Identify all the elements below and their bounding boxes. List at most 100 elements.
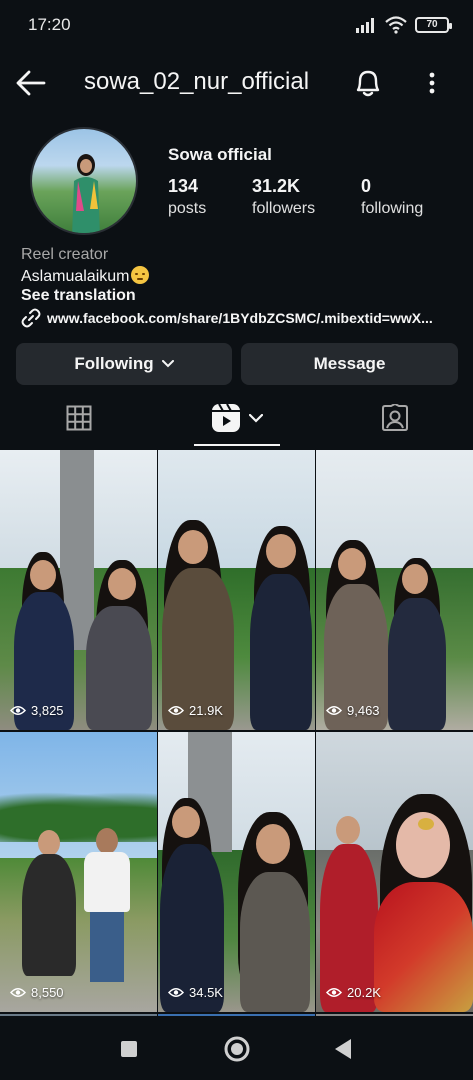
profile-header: sowa_02_nur_official <box>0 56 473 110</box>
reel-views-count: 9,463 <box>347 703 380 718</box>
battery-icon: 70 <box>415 17 452 33</box>
bio-category: Reel creator <box>21 246 109 263</box>
followers-stat[interactable]: 31.2K followers <box>252 176 315 218</box>
reel-views: 21.9K <box>168 703 223 718</box>
message-button-label: Message <box>313 354 386 373</box>
reel-tile[interactable]: 21.9K <box>158 450 315 730</box>
profile-tabs <box>0 392 473 448</box>
reel-tile[interactable]: 20.2K <box>316 732 473 1012</box>
reel-tile[interactable]: 9,463 <box>316 450 473 730</box>
reel-person-face <box>402 564 428 594</box>
status-time: 17:20 <box>28 15 71 34</box>
avatar-photo <box>72 154 100 233</box>
square-icon <box>121 1041 137 1057</box>
reel-views-count: 34.5K <box>189 985 223 1000</box>
posts-count: 134 <box>168 176 199 196</box>
more-options-button[interactable] <box>420 66 444 100</box>
reel-person <box>240 872 310 1012</box>
reel-person <box>250 574 312 730</box>
reel-person-face <box>336 816 360 844</box>
tagged-person-icon <box>382 404 408 431</box>
reel-person <box>374 882 473 1012</box>
recents-button[interactable] <box>112 1032 146 1066</box>
following-stat[interactable]: 0 following <box>361 176 423 218</box>
eye-icon <box>10 706 26 715</box>
eye-icon <box>326 706 342 715</box>
tab-reels[interactable] <box>196 392 278 444</box>
reels-icon <box>212 403 240 432</box>
bio-link[interactable]: www.facebook.com/share/1BYdbZCSMC/.mibex… <box>21 308 461 328</box>
circle-icon <box>224 1036 250 1062</box>
reel-views-count: 8,550 <box>31 985 64 1000</box>
following-button[interactable]: Following <box>16 343 232 385</box>
following-label: following <box>361 200 424 217</box>
wifi-icon <box>385 16 407 34</box>
signal-icon <box>356 18 374 33</box>
reel-views: 8,550 <box>10 985 64 1000</box>
profile-avatar[interactable] <box>30 127 138 235</box>
reel-person-face <box>266 534 296 568</box>
reel-views: 9,463 <box>326 703 380 718</box>
profile-username: sowa_02_nur_official <box>84 68 310 95</box>
notifications-button[interactable] <box>352 66 384 100</box>
reel-person <box>84 852 130 912</box>
reel-person-face <box>178 530 208 564</box>
triangle-back-icon <box>335 1039 351 1059</box>
back-nav-button[interactable] <box>326 1032 360 1066</box>
posts-stat[interactable]: 134 posts <box>168 176 206 218</box>
reel-views-count: 3,825 <box>31 703 64 718</box>
reel-tile[interactable]: 3,825 <box>0 450 157 730</box>
reel-views-count: 20.2K <box>347 985 381 1000</box>
reel-views: 34.5K <box>168 985 223 1000</box>
palm-trees <box>0 792 157 842</box>
arrow-left-icon <box>16 70 46 96</box>
back-button[interactable] <box>14 68 48 98</box>
followers-count: 31.2K <box>252 176 301 196</box>
see-translation-link[interactable]: See translation <box>21 287 136 305</box>
status-bar: 17:20 70 <box>0 0 473 50</box>
system-navigation-bar <box>0 1016 473 1080</box>
reel-person-face <box>96 828 118 854</box>
reel-person <box>22 854 76 976</box>
grid-icon <box>66 405 92 431</box>
chevron-down-icon <box>161 360 174 368</box>
reel-tile[interactable]: 8,550 <box>0 732 157 1012</box>
home-button[interactable] <box>220 1032 254 1066</box>
eye-icon <box>168 706 184 715</box>
display-name: Sowa official <box>168 145 272 164</box>
following-button-label: Following <box>74 354 154 373</box>
tikka-jewelry <box>418 818 434 830</box>
reel-person-face <box>38 830 60 856</box>
eye-icon <box>326 988 342 997</box>
posts-label: posts <box>168 200 207 217</box>
reel-views: 20.2K <box>326 985 381 1000</box>
active-tab-indicator <box>194 444 280 446</box>
status-icons: 70 <box>355 16 452 34</box>
tab-posts-grid[interactable] <box>42 392 116 444</box>
reel-person-face <box>172 806 200 838</box>
following-count: 0 <box>361 176 372 196</box>
reel-views: 3,825 <box>10 703 64 718</box>
reel-views-count: 21.9K <box>189 703 223 718</box>
link-icon <box>21 308 41 328</box>
reel-person <box>86 606 152 730</box>
reel-person-face <box>338 548 366 580</box>
bio-text: Aslamualaikum <box>21 266 150 286</box>
relieved-face-emoji-icon <box>131 266 150 284</box>
message-button[interactable]: Message <box>241 343 458 385</box>
reel-person-face <box>108 568 136 600</box>
followers-label: followers <box>252 200 316 217</box>
bio-link-text: www.facebook.com/share/1BYdbZCSMC/.mibex… <box>47 310 433 326</box>
battery-level: 70 <box>426 19 438 30</box>
reel-person-face <box>30 560 56 590</box>
reel-person-face <box>256 824 290 864</box>
reel-person-jeans <box>90 912 124 982</box>
chevron-down-icon <box>249 413 263 423</box>
reel-person <box>388 598 446 730</box>
tab-tagged[interactable] <box>358 392 432 444</box>
more-vertical-icon <box>429 72 435 94</box>
bio-text-content: Aslamualaikum <box>21 268 130 285</box>
eye-icon <box>10 988 26 997</box>
reel-tile[interactable]: 34.5K <box>158 732 315 1012</box>
bell-icon <box>356 70 380 97</box>
